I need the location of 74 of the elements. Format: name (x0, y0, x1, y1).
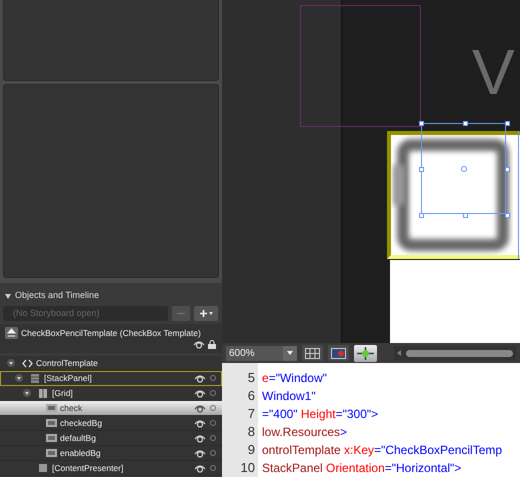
crosshair-icon (357, 346, 374, 360)
tree-item[interactable]: check (0, 401, 222, 416)
tree-item[interactable]: [ContentPresenter] (0, 461, 222, 476)
tree-item-label: check (60, 402, 84, 414)
image-icon (46, 434, 56, 442)
tree-item[interactable]: [Grid] (0, 386, 222, 401)
tree-item[interactable]: enabledBg (0, 446, 222, 461)
grid-icon (305, 348, 320, 358)
snap-toggle-button[interactable] (328, 345, 349, 361)
lock-toggle-icon[interactable] (210, 450, 216, 456)
line-number: 10 (240, 459, 255, 477)
image-icon (46, 404, 56, 412)
tree-item-label: [Grid] (52, 386, 74, 400)
panel-title: Objects and Timeline (15, 289, 100, 302)
plus-icon (200, 310, 206, 316)
tree-item-label: [StackPanel] (44, 372, 93, 384)
eye-icon[interactable] (194, 404, 206, 412)
add-storyboard-button[interactable] (194, 306, 218, 320)
expander-icon[interactable] (7, 359, 15, 367)
tree-item-label: defaultBg (60, 432, 97, 444)
collapse-triangle-icon[interactable] (5, 294, 11, 298)
lock-toggle-icon[interactable] (210, 390, 216, 396)
code-line: low.Resources> (262, 424, 348, 441)
tree-item[interactable]: checkedBg (0, 416, 222, 431)
tree-item-label: checkedBg (60, 416, 104, 430)
expander-icon[interactable] (15, 374, 23, 382)
code-line: ontrolTemplate x:Key="CheckBoxPencilTemp (262, 442, 504, 459)
tree-item-label: enabledBg (60, 446, 102, 460)
line-number: 9 (248, 441, 255, 459)
eye-icon[interactable] (194, 374, 206, 382)
image-icon (46, 419, 56, 427)
eye-icon[interactable] (194, 388, 206, 398)
eye-icon[interactable] (194, 418, 206, 428)
storyboard-field[interactable]: (No Storyboard open) (3, 306, 168, 320)
line-number: 5 (248, 369, 255, 387)
snap-lines-button[interactable] (354, 344, 377, 362)
caret-icon (287, 351, 293, 355)
eye-icon[interactable] (193, 340, 205, 349)
lock-toggle-icon[interactable] (210, 375, 216, 381)
caret-icon (208, 312, 212, 314)
code-line: StackPanel Orientation="Horizontal"> (262, 460, 462, 477)
tree-item-label: [ContentPresenter] (52, 462, 124, 474)
code-line: e="Window" (262, 370, 328, 387)
line-number: 6 (248, 387, 255, 405)
code-line: Window1" (262, 388, 317, 405)
horizontal-scrollbar[interactable] (394, 346, 516, 360)
tree-item-label: ControlTemplate (36, 356, 99, 370)
stack-icon (31, 374, 39, 382)
upload-icon[interactable] (5, 327, 18, 340)
code-brackets-icon (22, 358, 32, 368)
window-title: V (472, 40, 515, 104)
grid-toggle-button[interactable] (302, 345, 323, 361)
grid-icon (39, 388, 47, 398)
tree-item[interactable]: [StackPanel] (0, 371, 222, 386)
tree-item[interactable]: ControlTemplate (0, 356, 222, 371)
snap-grid-icon (331, 348, 346, 358)
code-line: ="400" Height="300"> (262, 406, 380, 423)
line-number: 7 (248, 405, 255, 423)
lock-icon[interactable] (208, 340, 216, 349)
line-number: 8 (248, 423, 255, 441)
lock-toggle-icon[interactable] (210, 420, 216, 426)
expander-icon[interactable] (23, 389, 31, 397)
lock-toggle-icon[interactable] (210, 405, 216, 411)
tree-item[interactable]: defaultBg (0, 431, 222, 446)
template-name: CheckBoxPencilTemplate (CheckBox Template) (21, 327, 201, 340)
square-icon (39, 464, 47, 472)
image-icon (46, 449, 56, 457)
eye-icon[interactable] (194, 448, 206, 458)
lock-toggle-icon[interactable] (210, 465, 216, 471)
lock-toggle-icon[interactable] (210, 435, 216, 441)
scroll-left-icon[interactable] (397, 350, 401, 356)
storyboard-options-button[interactable] (172, 306, 190, 320)
eye-icon[interactable] (194, 434, 206, 442)
eye-icon[interactable] (194, 464, 206, 472)
